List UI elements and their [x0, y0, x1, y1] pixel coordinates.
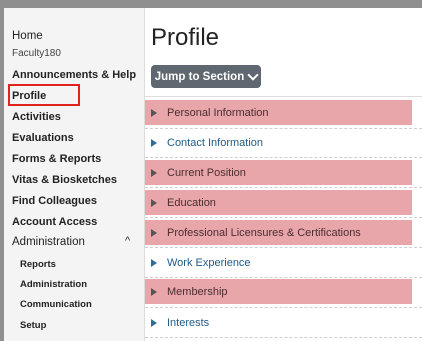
- play-triangle-icon: [151, 108, 157, 117]
- sidebar-sub-setup[interactable]: Setup: [20, 320, 46, 331]
- sidebar-item-evaluations[interactable]: Evaluations: [12, 132, 74, 144]
- play-triangle-icon: [151, 258, 157, 267]
- play-triangle-icon: [151, 228, 157, 237]
- section-label: Education: [167, 196, 216, 209]
- divider: [145, 217, 422, 218]
- sidebar-item-forms-reports[interactable]: Forms & Reports: [12, 153, 101, 165]
- window: Home Faculty180 Announcements & Help Pro…: [4, 8, 422, 341]
- sidebar-sub-communication[interactable]: Communication: [20, 299, 92, 310]
- section-label: Contact Information: [167, 136, 263, 149]
- divider: [145, 247, 422, 248]
- divider: [145, 277, 422, 278]
- section-interests[interactable]: Interests: [145, 310, 422, 335]
- section-education[interactable]: Education: [145, 190, 412, 215]
- chevron-up-icon[interactable]: ^: [125, 235, 130, 247]
- sidebar-item-announcements[interactable]: Announcements & Help: [12, 69, 136, 81]
- section-membership[interactable]: Membership: [145, 279, 412, 304]
- sidebar-item-vitas[interactable]: Vitas & Biosketches: [12, 174, 117, 186]
- main-content: Profile Jump to Section Personal Informa…: [145, 8, 422, 341]
- page-title: Profile: [151, 24, 220, 51]
- section-current-position[interactable]: Current Position: [145, 160, 412, 185]
- section-label: Interests: [167, 316, 210, 329]
- divider: [145, 187, 422, 188]
- sidebar-item-administration[interactable]: Administration: [12, 236, 85, 248]
- divider: [145, 307, 422, 308]
- sidebar-item-account-access[interactable]: Account Access: [12, 216, 97, 228]
- section-professional-licensures[interactable]: Professional Licensures & Certifications: [145, 220, 412, 245]
- divider: [145, 128, 422, 129]
- play-triangle-icon: [151, 168, 157, 177]
- chevron-down-icon: [247, 68, 259, 81]
- divider: [145, 337, 422, 338]
- sidebar-sub-reports[interactable]: Reports: [20, 259, 56, 270]
- section-label: Current Position: [167, 166, 246, 179]
- section-personal-information[interactable]: Personal Information: [145, 100, 412, 125]
- sidebar-item-activities[interactable]: Activities: [12, 111, 61, 123]
- section-label: Membership: [167, 285, 228, 298]
- sidebar-item-home[interactable]: Home: [12, 30, 43, 42]
- section-label: Professional Licensures & Certifications: [167, 226, 361, 239]
- play-triangle-icon: [151, 138, 157, 147]
- jump-to-section-button[interactable]: Jump to Section: [151, 65, 261, 88]
- sidebar: Home Faculty180 Announcements & Help Pro…: [4, 8, 145, 341]
- sidebar-item-find-colleagues[interactable]: Find Colleagues: [12, 195, 97, 207]
- section-label: Work Experience: [167, 256, 251, 269]
- section-work-experience[interactable]: Work Experience: [145, 250, 422, 275]
- sidebar-item-profile[interactable]: Profile: [12, 90, 46, 102]
- divider: [145, 157, 422, 158]
- play-triangle-icon: [151, 287, 157, 296]
- divider: [145, 96, 422, 97]
- sidebar-sub-administration[interactable]: Administration: [20, 279, 87, 290]
- play-triangle-icon: [151, 318, 157, 327]
- org-label: Faculty180: [12, 48, 61, 59]
- section-label: Personal Information: [167, 106, 269, 119]
- play-triangle-icon: [151, 198, 157, 207]
- jump-button-label: Jump to Section: [154, 70, 245, 83]
- section-contact-information[interactable]: Contact Information: [145, 130, 422, 155]
